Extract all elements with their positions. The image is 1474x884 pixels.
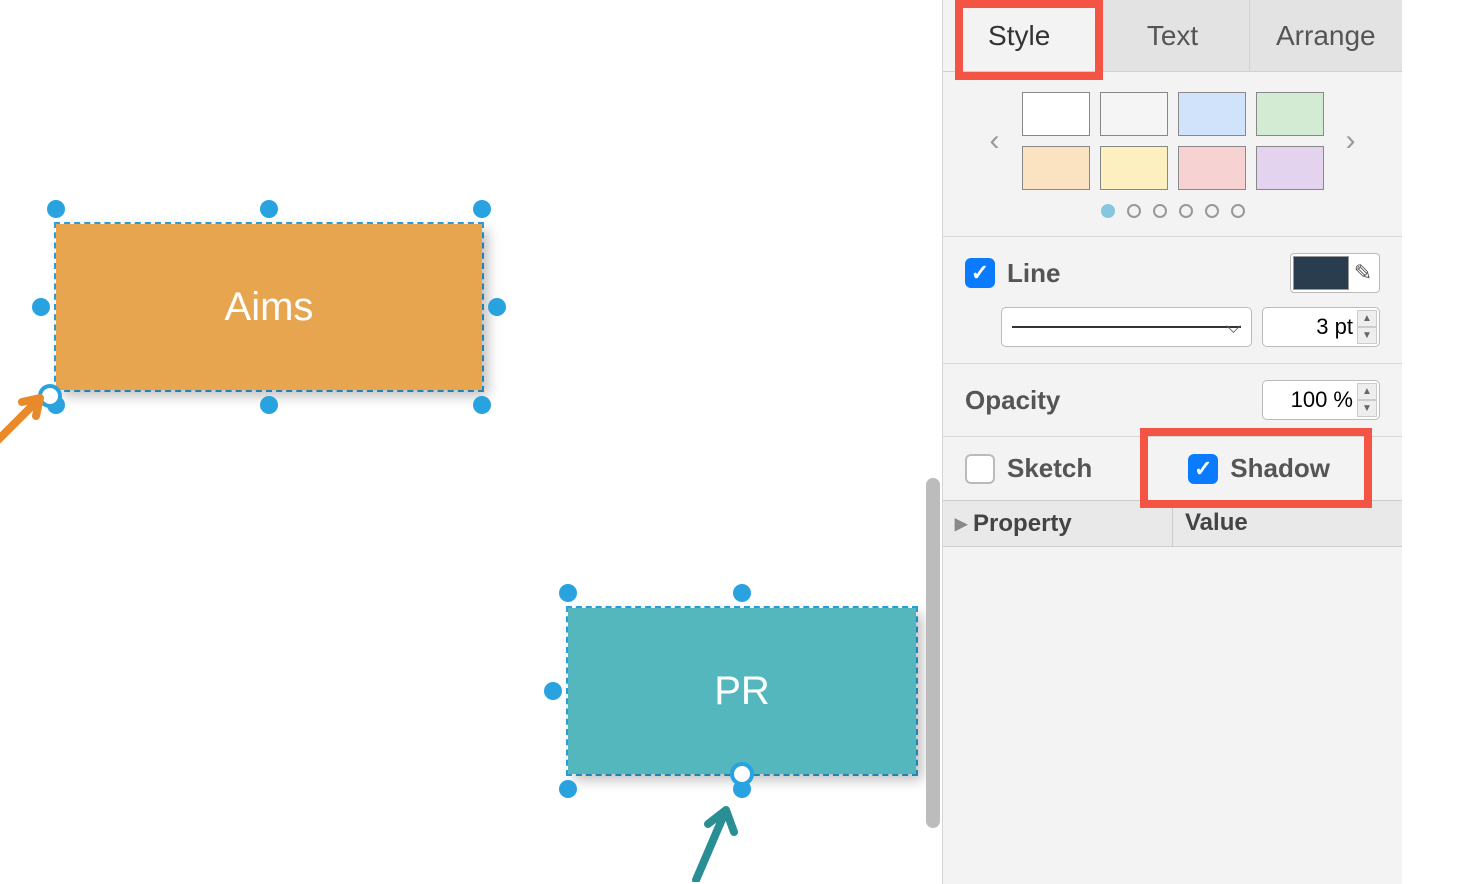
page-dot[interactable] (1101, 204, 1115, 218)
callout-arrow-orange (0, 388, 54, 444)
page-dot[interactable] (1153, 204, 1167, 218)
page-dot[interactable] (1127, 204, 1141, 218)
property-column-header[interactable]: ▸Property (943, 501, 1173, 546)
color-swatch[interactable] (1256, 146, 1324, 190)
callout-arrow-teal (686, 802, 746, 882)
swatch-prev-icon[interactable]: ‹ (980, 124, 1010, 158)
color-swatch[interactable] (1100, 92, 1168, 136)
line-style-select[interactable] (1001, 307, 1252, 347)
swatch-next-icon[interactable]: › (1336, 124, 1366, 158)
color-swatch[interactable] (1178, 92, 1246, 136)
format-panel: Style Text Arrange ‹ › Line (942, 0, 1402, 884)
line-label: Line (1007, 258, 1060, 289)
tab-text[interactable]: Text (1096, 0, 1249, 71)
swatch-page-dots (943, 194, 1402, 236)
opacity-value: 100 % (1291, 387, 1353, 413)
property-table-header: ▸Property Value (943, 500, 1402, 547)
step-up-icon[interactable]: ▲ (1357, 310, 1377, 327)
shadow-label: Shadow (1230, 453, 1330, 484)
line-checkbox[interactable] (965, 258, 995, 288)
sketch-label: Sketch (1007, 453, 1092, 484)
shape-aims-label: Aims (225, 285, 314, 330)
tab-arrange[interactable]: Arrange (1250, 0, 1402, 71)
shape-pr[interactable]: PR (568, 608, 916, 774)
eyedropper-icon[interactable]: ✎ (1349, 260, 1377, 286)
line-preview (1012, 326, 1241, 328)
vertical-scrollbar[interactable] (926, 478, 940, 828)
rotation-handle[interactable] (730, 762, 754, 786)
page-dot[interactable] (1205, 204, 1219, 218)
line-color-chip[interactable] (1293, 256, 1349, 290)
step-up-icon[interactable]: ▲ (1357, 383, 1377, 400)
opacity-label: Opacity (965, 385, 1060, 416)
line-width-value: 3 pt (1316, 314, 1353, 340)
step-down-icon[interactable]: ▼ (1357, 327, 1377, 344)
disclosure-triangle-icon[interactable]: ▸ (955, 509, 967, 538)
shape-pr-selection[interactable]: PR (566, 606, 918, 776)
value-column-header[interactable]: Value (1173, 501, 1402, 546)
color-swatch-grid (1022, 92, 1324, 190)
shape-pr-label: PR (714, 669, 770, 714)
opacity-input[interactable]: 100 % ▲ ▼ (1262, 380, 1380, 420)
color-swatch[interactable] (1256, 92, 1324, 136)
sketch-checkbox[interactable] (965, 454, 995, 484)
color-swatch[interactable] (1022, 146, 1090, 190)
canvas[interactable]: Aims PR (0, 0, 942, 884)
tab-style[interactable]: Style (943, 0, 1096, 71)
page-dot[interactable] (1179, 204, 1193, 218)
page-dot[interactable] (1231, 204, 1245, 218)
color-swatch[interactable] (1100, 146, 1168, 190)
shape-aims-selection[interactable]: Aims (54, 222, 484, 392)
color-swatch[interactable] (1178, 146, 1246, 190)
panel-tabs: Style Text Arrange (943, 0, 1402, 72)
step-down-icon[interactable]: ▼ (1357, 400, 1377, 417)
color-swatch[interactable] (1022, 92, 1090, 136)
line-width-input[interactable]: 3 pt ▲ ▼ (1262, 307, 1380, 347)
shadow-checkbox[interactable] (1188, 454, 1218, 484)
shape-aims[interactable]: Aims (56, 224, 482, 390)
